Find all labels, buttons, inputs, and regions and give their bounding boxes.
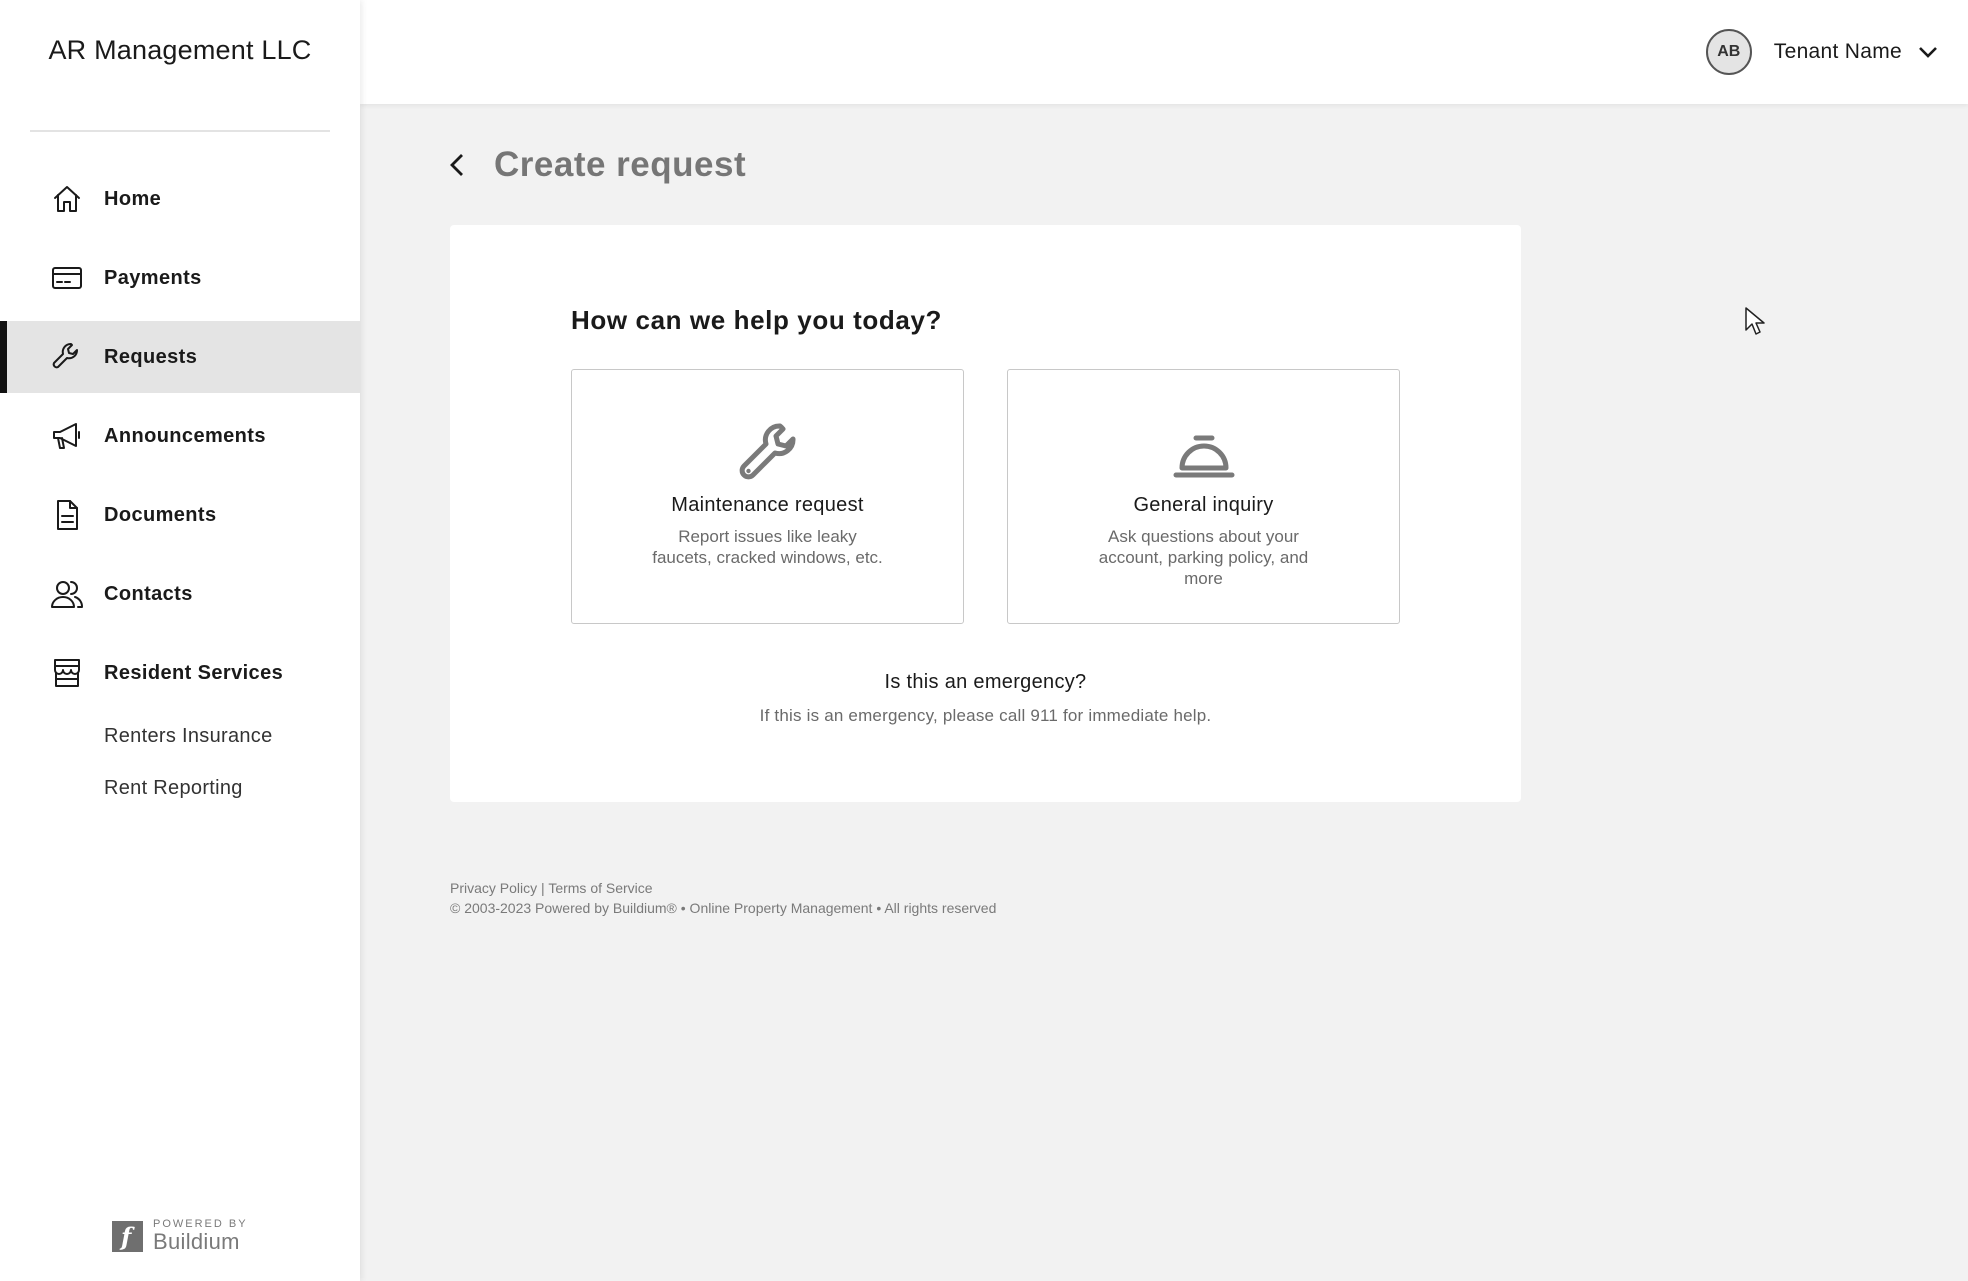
back-arrow-icon[interactable] xyxy=(448,150,470,180)
storefront-icon xyxy=(50,656,84,690)
sidebar-item-label: Documents xyxy=(104,503,217,526)
user-menu[interactable]: AB Tenant Name xyxy=(1705,29,1940,75)
sidebar-item-home[interactable]: Home xyxy=(0,163,360,235)
create-request-card: How can we help you today? Maintenance r… xyxy=(450,225,1521,802)
wrench-icon xyxy=(572,420,963,484)
top-bar: AB Tenant Name xyxy=(360,0,1968,104)
sidebar-item-contacts[interactable]: Contacts xyxy=(0,558,360,630)
emergency-text: If this is an emergency, please call 911… xyxy=(759,706,1212,725)
option-description: Report issues like leaky faucets, cracke… xyxy=(652,527,883,567)
sidebar-item-requests[interactable]: Requests xyxy=(0,321,360,393)
wrench-icon xyxy=(50,340,84,374)
sidebar-item-label: Contacts xyxy=(104,582,193,605)
sidebar-item-label: Requests xyxy=(104,345,198,368)
user-name: Tenant Name xyxy=(1773,40,1902,63)
sidebar-item-announcements[interactable]: Announcements xyxy=(0,400,360,472)
service-bell-icon xyxy=(1008,420,1399,484)
avatar: AB xyxy=(1705,29,1752,75)
terms-of-service-link[interactable]: Terms of Service xyxy=(548,880,652,896)
footer-links: Privacy Policy | Terms of Service xyxy=(450,878,996,898)
sidebar-subitem-rent-reporting[interactable]: Rent Reporting xyxy=(0,762,360,814)
maintenance-request-option[interactable]: Maintenance request Report issues like l… xyxy=(571,369,964,624)
sidebar-item-label: Payments xyxy=(104,266,202,289)
sidebar-item-payments[interactable]: Payments xyxy=(0,242,360,314)
general-inquiry-option[interactable]: General inquiry Ask questions about your… xyxy=(1007,369,1400,624)
buildium-logo-icon xyxy=(112,1220,143,1252)
sidebar-item-resident-services[interactable]: Resident Services xyxy=(0,637,360,709)
powered-by-brand: Buildium xyxy=(153,1229,240,1254)
credit-card-icon xyxy=(50,261,84,295)
mouse-cursor-icon xyxy=(1745,307,1765,335)
option-title: General inquiry xyxy=(1133,494,1274,516)
option-title: Maintenance request xyxy=(671,494,864,516)
option-description: Ask questions about your account, parkin… xyxy=(1098,527,1309,588)
powered-by-text: POWERED BY Buildium xyxy=(153,1218,248,1254)
document-icon xyxy=(50,498,84,532)
sidebar-subitem-renters-insurance[interactable]: Renters Insurance xyxy=(0,710,360,762)
footer: Privacy Policy | Terms of Service © 2003… xyxy=(450,878,996,918)
contacts-icon xyxy=(50,577,84,611)
brand-divider xyxy=(30,130,330,132)
sidebar-item-label: Announcements xyxy=(104,424,266,447)
privacy-policy-link[interactable]: Privacy Policy xyxy=(450,880,537,896)
page-header: Create request xyxy=(448,145,746,185)
megaphone-icon xyxy=(50,419,84,453)
footer-separator: | xyxy=(541,880,545,896)
powered-by-buildium[interactable]: POWERED BY Buildium xyxy=(112,1218,248,1254)
sidebar-item-label: Resident Services xyxy=(104,661,284,684)
help-question: How can we help you today? xyxy=(571,305,942,335)
page-title: Create request xyxy=(494,145,747,184)
emergency-title: Is this an emergency? xyxy=(884,671,1087,693)
sidebar-nav: Home Payments Requests Announcements Doc… xyxy=(0,163,360,814)
sidebar-item-documents[interactable]: Documents xyxy=(0,479,360,551)
sidebar-item-label: Home xyxy=(104,187,162,210)
sidebar: AR Management LLC Home Payments Requests… xyxy=(0,0,360,1281)
copyright-text: © 2003-2023 Powered by Buildium® • Onlin… xyxy=(450,900,997,916)
home-icon xyxy=(50,182,84,216)
brand-name: AR Management LLC xyxy=(48,35,312,65)
chevron-down-icon xyxy=(1916,40,1940,64)
